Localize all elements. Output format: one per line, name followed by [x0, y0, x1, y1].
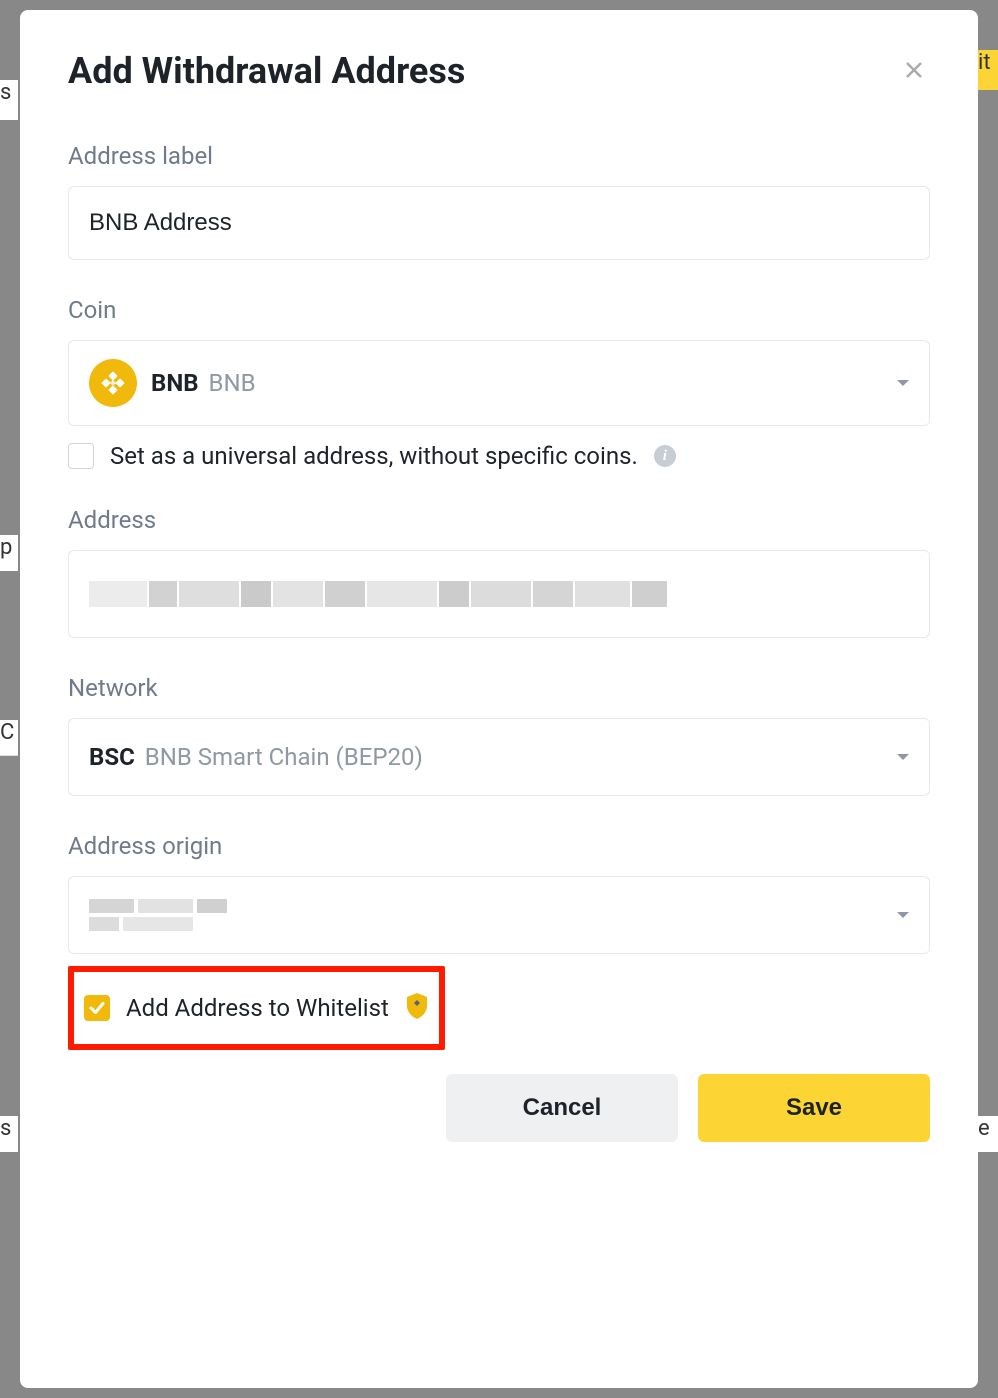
address-redacted	[89, 581, 667, 607]
address-origin-group: Address origin	[68, 832, 930, 954]
whitelist-row: Add Address to Whitelist	[68, 966, 445, 1050]
close-icon	[902, 58, 926, 82]
chevron-down-icon	[897, 912, 909, 918]
save-button[interactable]: Save	[698, 1074, 930, 1142]
coin-name: BNB	[209, 369, 256, 397]
check-icon	[88, 999, 106, 1017]
address-field-label: Address	[68, 506, 930, 534]
chevron-down-icon	[897, 754, 909, 760]
universal-address-checkbox[interactable]	[68, 443, 94, 469]
coin-select[interactable]: BNB BNB	[68, 340, 930, 426]
bnb-coin-icon	[89, 359, 137, 407]
add-withdrawal-address-modal: Add Withdrawal Address Address label Coi…	[20, 10, 978, 1388]
address-group: Address	[68, 506, 930, 638]
coin-group: Coin BNB BNB Set as a universal address,…	[68, 296, 930, 470]
network-symbol: BSC	[89, 743, 135, 771]
address-origin-label: Address origin	[68, 832, 930, 860]
chevron-down-icon	[897, 380, 909, 386]
address-origin-redacted	[89, 899, 227, 931]
action-buttons: Cancel Save	[68, 1074, 930, 1142]
info-icon[interactable]: i	[654, 445, 676, 467]
cancel-button[interactable]: Cancel	[446, 1074, 678, 1142]
modal-title: Add Withdrawal Address	[68, 50, 465, 92]
whitelist-checkbox[interactable]	[84, 995, 110, 1021]
network-label: Network	[68, 674, 930, 702]
coin-symbol: BNB	[151, 369, 199, 397]
network-group: Network BSC BNB Smart Chain (BEP20)	[68, 674, 930, 796]
address-input[interactable]	[68, 550, 930, 638]
modal-header: Add Withdrawal Address	[68, 50, 930, 92]
address-label-input[interactable]	[68, 186, 930, 260]
address-label-label: Address label	[68, 142, 930, 170]
universal-address-row: Set as a universal address, without spec…	[68, 442, 930, 470]
network-select[interactable]: BSC BNB Smart Chain (BEP20)	[68, 718, 930, 796]
close-button[interactable]	[898, 54, 930, 89]
shield-icon	[405, 992, 429, 1024]
coin-label: Coin	[68, 296, 930, 324]
address-label-group: Address label	[68, 142, 930, 260]
network-name: BNB Smart Chain (BEP20)	[145, 743, 423, 771]
universal-address-label: Set as a universal address, without spec…	[110, 442, 638, 470]
whitelist-label: Add Address to Whitelist	[126, 994, 389, 1022]
address-origin-select[interactable]	[68, 876, 930, 954]
